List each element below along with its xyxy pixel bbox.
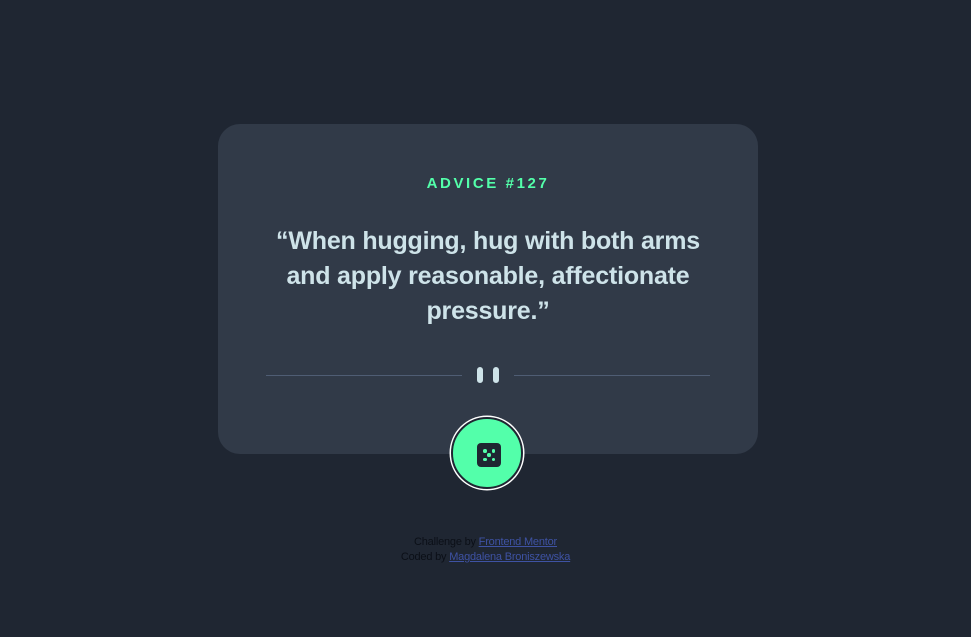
coded-prefix: Coded by (400, 551, 447, 563)
page: ADVICE #127 “When hugging, hug with both… (0, 0, 971, 637)
author-link[interactable]: Magdalena Broniszewska (449, 551, 570, 563)
advice-number: 127 (516, 175, 550, 192)
divider-line-left (266, 375, 462, 376)
dice-icon (477, 443, 501, 467)
divider (266, 365, 710, 385)
attribution-coded-line: Coded by Magdalena Broniszewska (0, 550, 971, 565)
frontend-mentor-link[interactable]: Frontend Mentor (479, 536, 558, 548)
advice-quote: “When hugging, hug with both arms and ap… (276, 227, 700, 325)
advice-label: ADVICE #127 (218, 175, 758, 192)
attribution: Challenge by Frontend Mentor Coded by Ma… (0, 535, 971, 565)
advice-card: ADVICE #127 “When hugging, hug with both… (218, 124, 758, 454)
new-advice-button[interactable] (451, 417, 523, 489)
divider-line-right (514, 375, 710, 376)
advice-label-prefix: ADVICE # (426, 175, 517, 192)
pause-icon (477, 367, 499, 383)
attribution-challenge-line: Challenge by Frontend Mentor (0, 535, 971, 550)
challenge-prefix: Challenge by (414, 536, 476, 548)
